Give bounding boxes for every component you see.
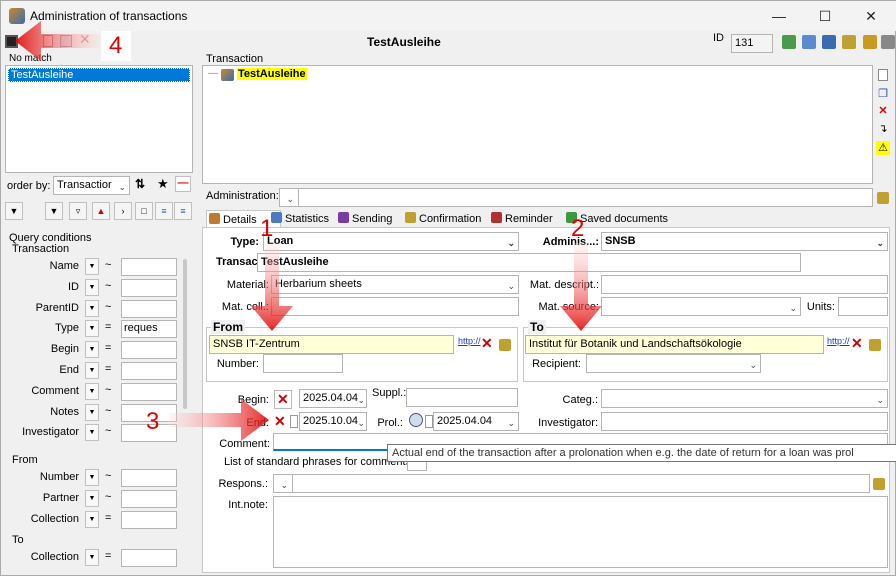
annotation-1: 1 <box>260 215 274 242</box>
annotation-4: 4 <box>109 32 123 59</box>
annotation-2: 2 <box>571 215 585 242</box>
arrow-3 <box>169 399 269 441</box>
arrow-4 <box>15 21 101 61</box>
main-window: Administration of transactions — ☐ ✕ ✕ N… <box>0 0 896 576</box>
annotation-overlay <box>15 21 602 441</box>
arrow-2 <box>560 243 602 331</box>
arrow-1 <box>251 243 293 331</box>
annotation-3: 3 <box>146 408 160 435</box>
